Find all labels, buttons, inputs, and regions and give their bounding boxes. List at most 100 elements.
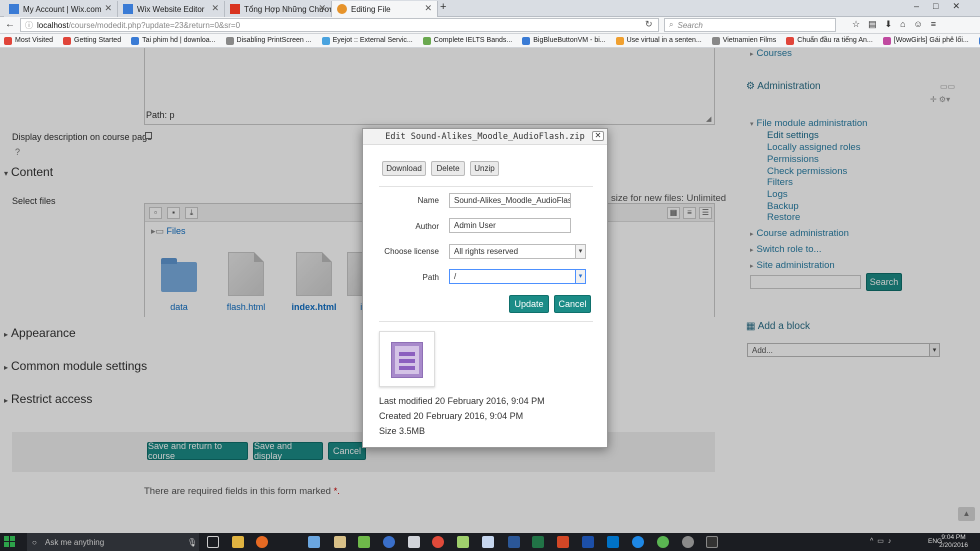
bookmark-favicon-icon — [225, 36, 234, 45]
terminal-icon[interactable] — [706, 536, 718, 548]
bookmark-favicon-icon — [422, 36, 431, 45]
license-label: Choose license — [384, 247, 439, 256]
tab-wix-editor[interactable]: Wix Website Editor ✕ — [118, 1, 225, 17]
download-button[interactable]: Download — [382, 161, 426, 176]
bookmark-item[interactable]: Vietnamien Films — [711, 36, 776, 45]
tab-label: Wix Website Editor — [137, 4, 205, 14]
word-icon[interactable] — [508, 536, 520, 548]
app-icon[interactable] — [408, 536, 420, 548]
bookmark-label: Chuẩn đầu ra tiếng An... — [797, 37, 873, 44]
cortana-search-input[interactable]: ○ Ask me anything 🎙 — [27, 533, 199, 551]
file-explorer-icon[interactable] — [232, 536, 244, 548]
bookmark-label: BigBlueButtonVM - bi... — [533, 37, 606, 44]
clock-date: 2/20/2016 — [939, 542, 968, 549]
taskbar-clock[interactable]: 9:04 PM 2/20/2016 — [939, 534, 968, 550]
system-tray-icons[interactable]: ^▭♪ — [870, 537, 895, 545]
back-arrow-icon[interactable]: ← — [5, 19, 15, 30]
close-tab-icon[interactable]: ✕ — [104, 3, 112, 14]
browser-search-input[interactable]: ⌕ Search — [664, 18, 836, 32]
bookmark-favicon-icon — [321, 36, 330, 45]
toolbar-icons[interactable]: ☆▤⬇⌂☺≡ — [852, 19, 944, 30]
reload-icon[interactable]: ↻ — [645, 19, 653, 30]
bookmark-label: Disabling PrintScreen ... — [236, 37, 312, 44]
bookmark-label: Eyejot :: External Servic... — [332, 37, 413, 44]
bookmark-label: Tai phim hd | downloa... — [142, 37, 216, 44]
outlook-icon[interactable] — [607, 536, 619, 548]
chevron-down-icon: ▾ — [575, 245, 585, 258]
bookmark-item[interactable]: BigBlueButtonVM - bi... — [522, 36, 606, 45]
bookmark-favicon-icon — [4, 36, 12, 45]
window-controls-icon[interactable]: –□✕ — [914, 1, 974, 12]
search-icon: ⌕ — [669, 20, 674, 29]
close-icon[interactable]: ✕ — [592, 131, 604, 141]
bookmark-favicon-icon — [63, 36, 71, 45]
app-icon[interactable] — [383, 536, 395, 548]
chevron-down-icon: ▾ — [575, 270, 585, 283]
divider — [379, 186, 593, 187]
author-input[interactable]: Admin User — [449, 218, 571, 233]
bookmark-item[interactable]: Tai phim hd | downloa... — [131, 36, 216, 45]
bookmark-label: Most Visited — [15, 37, 53, 44]
excel-icon[interactable] — [532, 536, 544, 548]
search-icon: ○ — [32, 537, 37, 547]
app-icon[interactable] — [482, 536, 494, 548]
new-tab-icon[interactable]: + — [440, 1, 446, 13]
bookmark-item[interactable]: Getting Started — [63, 36, 121, 45]
bookmark-item[interactable]: Most Visited — [4, 36, 53, 45]
close-tab-icon[interactable]: ✕ — [424, 3, 432, 14]
bookmark-item[interactable]: Disabling PrintScreen ... — [225, 36, 312, 45]
url-path: /course/modedit.php?update=23&return=0&s… — [68, 20, 241, 30]
app-icon[interactable] — [358, 536, 370, 548]
tab-tong-hop[interactable]: Tổng Hợp Những Chươn... ✕ — [225, 1, 332, 17]
tab-label: My Account | Wix.com — [23, 4, 102, 14]
bookmark-item[interactable]: Complete IELTS Bands... — [422, 36, 512, 45]
task-view-icon[interactable] — [207, 536, 219, 548]
wix-favicon-icon — [123, 4, 133, 14]
app-icon[interactable] — [582, 536, 594, 548]
chrome-icon[interactable] — [432, 536, 444, 548]
windows-start-icon[interactable] — [4, 536, 16, 548]
powerpoint-icon[interactable] — [557, 536, 569, 548]
app-icon[interactable] — [457, 536, 469, 548]
firefox-icon[interactable] — [256, 536, 268, 548]
tab-wix-account[interactable]: My Account | Wix.com ✕ — [4, 1, 118, 17]
close-tab-icon[interactable]: ✕ — [318, 3, 326, 14]
bookmark-favicon-icon — [786, 36, 795, 45]
microphone-icon: 🎙 — [187, 537, 198, 547]
unzip-button[interactable]: Unzip — [470, 161, 499, 176]
bookmarks-bar: Most Visited Getting Started Tai phim hd |… — [0, 34, 980, 48]
url-bar[interactable]: ⓘ localhost /course/modedit.php?update=2… — [20, 18, 659, 32]
app-icon[interactable] — [657, 536, 669, 548]
app-icon[interactable] — [308, 536, 320, 548]
select-value: All rights reserved — [454, 247, 519, 256]
bookmark-item[interactable]: Chuẩn đầu ra tiếng An... — [786, 36, 873, 45]
divider — [379, 321, 593, 322]
license-select[interactable]: All rights reserved ▾ — [449, 244, 586, 259]
tab-editing-file[interactable]: Editing File ✕ — [332, 1, 438, 17]
dialog-cancel-button[interactable]: Cancel — [554, 295, 591, 313]
name-input[interactable]: Sound-Alikes_Moodle_AudioFlash.z — [449, 193, 571, 208]
bookmark-item[interactable]: Use virtual in a senten... — [615, 36, 702, 45]
search-placeholder: Search — [677, 20, 703, 30]
delete-button[interactable]: Delete — [431, 161, 465, 176]
path-select[interactable]: / ▾ — [449, 269, 586, 284]
bookmark-label: [WowGirls] Gái phê lối... — [893, 37, 969, 44]
url-host: localhost — [37, 20, 69, 30]
edge-icon[interactable] — [632, 536, 644, 548]
bookmark-favicon-icon — [615, 36, 624, 45]
size-text: Size 3.5MB — [379, 426, 426, 436]
zip-file-icon — [379, 331, 435, 387]
last-modified-text: Last modified 20 February 2016, 9:04 PM — [379, 396, 545, 406]
app-icon[interactable] — [334, 536, 346, 548]
bookmark-favicon-icon — [882, 36, 891, 45]
select-value: / — [454, 272, 457, 281]
cortana-placeholder: Ask me anything — [45, 537, 105, 547]
bookmark-item[interactable]: Eyejot :: External Servic... — [321, 36, 413, 45]
author-label: Author — [415, 222, 439, 231]
bookmark-item[interactable]: [WowGirls] Gái phê lối... — [882, 36, 969, 45]
bookmark-favicon-icon — [522, 36, 531, 45]
bookmark-favicon-icon — [131, 36, 140, 45]
update-button[interactable]: Update — [509, 295, 549, 313]
close-tab-icon[interactable]: ✕ — [211, 3, 219, 14]
app-icon[interactable] — [682, 536, 694, 548]
